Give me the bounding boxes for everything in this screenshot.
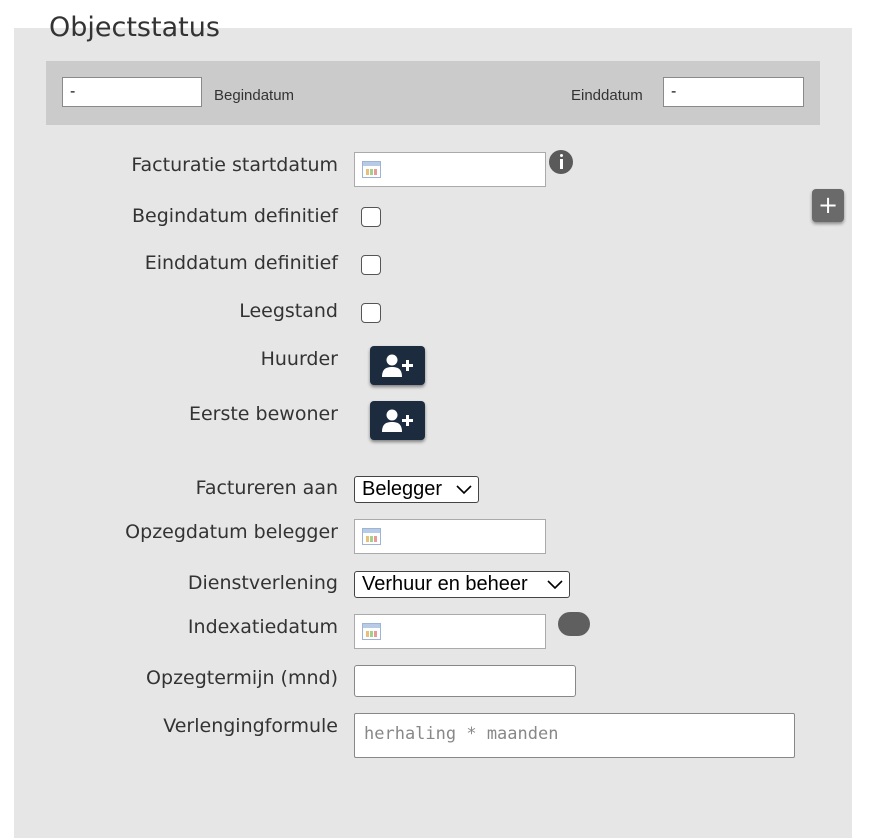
verlengingformule-input[interactable]: herhaling * maanden (354, 713, 795, 758)
add-button[interactable]: + (812, 189, 844, 222)
verlengingformule-placeholder: herhaling * maanden (364, 724, 559, 744)
chevron-down-icon (547, 580, 563, 590)
eerste-bewoner-label: Eerste bewoner (188, 403, 338, 425)
calendar-icon[interactable] (362, 161, 381, 178)
indexatiedatum-label: Indexatiedatum (187, 616, 338, 638)
info-icon[interactable] (549, 150, 573, 174)
opzegtermijn-input[interactable] (354, 665, 576, 697)
factureren-aan-select[interactable]: Belegger (354, 476, 479, 503)
calendar-icon[interactable] (362, 528, 381, 545)
leegstand-label: Leegstand (239, 300, 338, 322)
add-huurder-button[interactable] (370, 346, 425, 385)
begindatum-definitief-label: Begindatum definitief (132, 205, 338, 227)
chevron-down-icon (456, 485, 472, 495)
begindatum-input[interactable]: - (62, 77, 202, 107)
einddatum-definitief-label: Einddatum definitief (144, 252, 338, 274)
toggle-switch[interactable] (558, 612, 590, 636)
date-range-bar: - Begindatum Einddatum - (46, 61, 820, 125)
facturatie-startdatum-input[interactable] (354, 152, 546, 187)
calendar-icon[interactable] (362, 623, 381, 640)
opzegdatum-belegger-input[interactable] (354, 519, 546, 554)
factureren-aan-label: Factureren aan (195, 477, 338, 499)
indexatiedatum-input[interactable] (354, 614, 546, 649)
einddatum-definitief-checkbox[interactable] (361, 255, 381, 275)
dienstverlening-label: Dienstverlening (187, 572, 338, 594)
begindatum-definitief-checkbox[interactable] (361, 207, 381, 227)
opzegdatum-belegger-label: Opzegdatum belegger (125, 521, 338, 543)
leegstand-checkbox[interactable] (361, 303, 381, 323)
add-eerste-bewoner-button[interactable] (370, 401, 425, 440)
dienstverlening-value: Verhuur en beheer (362, 573, 528, 595)
verlengingformule-label: Verlengingformule (163, 715, 338, 737)
page-title: Objectstatus (49, 12, 220, 43)
huurder-label: Huurder (260, 348, 338, 370)
user-plus-icon (382, 354, 413, 377)
facturatie-startdatum-label: Facturatie startdatum (131, 154, 338, 176)
einddatum-input[interactable]: - (663, 77, 804, 107)
einddatum-label: Einddatum (571, 87, 643, 104)
opzegtermijn-label: Opzegtermijn (mnd) (146, 667, 338, 689)
factureren-aan-value: Belegger (362, 478, 443, 500)
dienstverlening-select[interactable]: Verhuur en beheer (354, 571, 570, 598)
begindatum-label: Begindatum (214, 87, 295, 104)
plus-icon: + (817, 191, 839, 219)
user-plus-icon (382, 409, 413, 432)
